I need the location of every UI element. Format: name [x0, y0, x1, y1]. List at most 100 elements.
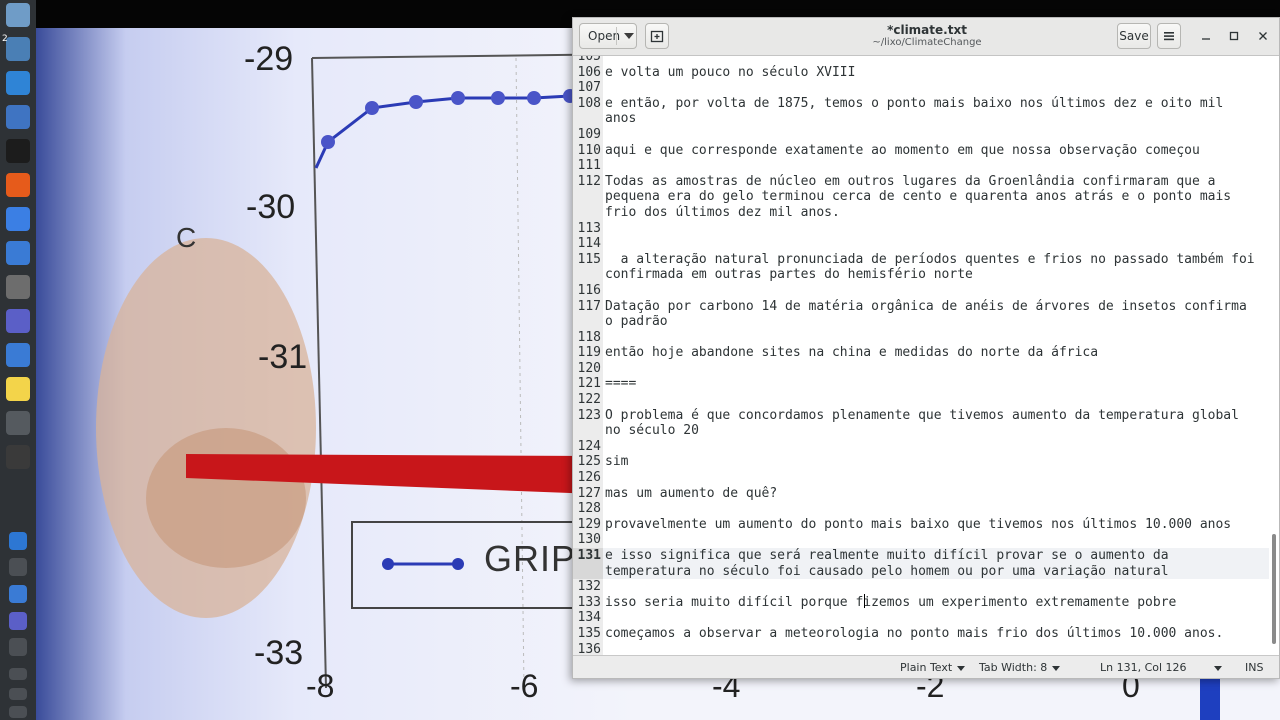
text-line[interactable]: 117 Datação por carbono 14 de matéria org…	[573, 299, 1255, 330]
text-line[interactable]: 131 e isso significa que será realmente m…	[573, 548, 1255, 579]
cursor-position[interactable]: Ln 131, Col 126	[1100, 661, 1187, 674]
text-line[interactable]: 123 O problema é que concordamos plenamen…	[573, 408, 1255, 439]
text-line[interactable]: 116	[573, 283, 1255, 299]
network-icon[interactable]	[9, 558, 27, 576]
line-text[interactable]: mas um aumento de quê?	[605, 486, 1255, 502]
series-point	[527, 91, 541, 105]
bluetooth-icon[interactable]	[9, 532, 27, 550]
chat-icon[interactable]	[6, 207, 30, 231]
line-text[interactable]: O problema é que concordamos plenamente …	[605, 408, 1255, 439]
text-line[interactable]: 134	[573, 610, 1255, 626]
firefox-icon[interactable]	[6, 173, 30, 197]
line-number: 121	[577, 376, 601, 392]
mail-icon[interactable]	[6, 105, 30, 129]
tab-width-label: Tab Width: 8	[979, 661, 1048, 674]
text-editor-area[interactable]: 105 106 e volta um pouco no século XVIII 10…	[573, 56, 1279, 657]
printer-icon[interactable]	[9, 638, 27, 656]
line-text[interactable]: começamos a observar a meteorologia no p…	[605, 626, 1255, 642]
document-text[interactable]: 105 106 e volta um pouco no século XVIII 10…	[573, 56, 1255, 657]
notes-icon[interactable]	[6, 377, 30, 401]
line-number: 106	[577, 64, 601, 80]
line-number: 135	[577, 625, 601, 641]
teams-icon[interactable]	[6, 309, 30, 333]
minimize-button[interactable]	[1198, 28, 1214, 44]
chevron-down-icon	[957, 665, 966, 671]
text-line[interactable]: 113	[573, 221, 1255, 237]
terminal-icon[interactable]	[6, 139, 30, 163]
text-line[interactable]: 118	[573, 330, 1255, 346]
insert-mode-indicator[interactable]: INS	[1245, 661, 1263, 674]
text-line[interactable]: 122	[573, 392, 1255, 408]
text-line[interactable]: 114	[573, 236, 1255, 252]
line-text[interactable]: isso seria muito difícil porque fizemos …	[605, 595, 1255, 611]
text-line[interactable]: 119 então hoje abandone sites na china e …	[573, 345, 1255, 361]
hamburger-menu-button[interactable]	[1157, 23, 1181, 49]
camera-icon-2[interactable]	[6, 343, 30, 367]
save-button[interactable]: Save	[1117, 23, 1151, 49]
text-line[interactable]: 125 sim	[573, 454, 1255, 470]
vscode-icon[interactable]	[6, 71, 30, 95]
text-line[interactable]: 105	[573, 56, 1255, 65]
line-text[interactable]: e então, por volta de 1875, temos o pont…	[605, 96, 1255, 127]
line-text[interactable]: a alteração natural pronunciada de perío…	[605, 252, 1255, 283]
text-line[interactable]: 124	[573, 439, 1255, 455]
line-number: 109	[577, 126, 601, 142]
volume-icon[interactable]	[9, 688, 27, 700]
text-line[interactable]: 128	[573, 501, 1255, 517]
maximize-button[interactable]	[1226, 28, 1242, 44]
text-line[interactable]: 107	[573, 80, 1255, 96]
line-number: 133	[577, 594, 601, 610]
power-icon[interactable]	[9, 706, 27, 718]
line-number: 112	[577, 173, 601, 189]
tab-width-selector[interactable]: Tab Width: 8	[979, 661, 1061, 674]
text-line[interactable]: 133 isso seria muito difícil porque fizem…	[573, 595, 1255, 611]
line-text[interactable]: Datação por carbono 14 de matéria orgâni…	[605, 299, 1255, 330]
line-text[interactable]: então hoje abandone sites na china e med…	[605, 345, 1255, 361]
text-line[interactable]: 132	[573, 579, 1255, 595]
wifi-icon[interactable]	[9, 668, 27, 680]
files-icon[interactable]	[6, 3, 30, 27]
text-line[interactable]: 130	[573, 532, 1255, 548]
screenshot-icon[interactable]	[9, 585, 27, 603]
language-selector[interactable]: Plain Text	[900, 661, 966, 674]
open-button[interactable]: Open	[579, 23, 637, 49]
text-line[interactable]: 109	[573, 127, 1255, 143]
camera-icon[interactable]	[6, 241, 30, 265]
text-line[interactable]: 112 Todas as amostras de núcleo em outros…	[573, 174, 1255, 221]
new-tab-button[interactable]	[645, 23, 669, 49]
settings-icon[interactable]	[6, 275, 30, 299]
text-line[interactable]: 135 começamos a observar a meteorologia n…	[573, 626, 1255, 642]
text-line[interactable]: 110 aqui e que corresponde exatamente ao …	[573, 143, 1255, 159]
line-text[interactable]: Todas as amostras de núcleo em outros lu…	[605, 174, 1255, 221]
y-tick-label: -30	[246, 188, 296, 226]
media-player-icon[interactable]	[6, 445, 30, 469]
close-button[interactable]	[1255, 28, 1271, 44]
text-line[interactable]: 115 a alteração natural pronunciada de p…	[573, 252, 1255, 283]
text-line[interactable]: 126	[573, 470, 1255, 486]
messages-icon[interactable]	[6, 411, 30, 435]
text-line[interactable]: 111	[573, 158, 1255, 174]
text-line[interactable]: 108 e então, por volta de 1875, temos o p…	[573, 96, 1255, 127]
chevron-down-icon[interactable]	[624, 33, 634, 39]
series-point	[365, 101, 379, 115]
y-axis-letter: C	[176, 222, 197, 253]
line-number: 124	[577, 438, 601, 454]
vertical-scrollbar[interactable]	[1272, 534, 1276, 644]
text-line[interactable]: 120	[573, 361, 1255, 377]
text-line[interactable]: 121 ====	[573, 376, 1255, 392]
teams-alert-icon[interactable]	[9, 612, 27, 630]
folder-icon[interactable]	[6, 37, 30, 61]
text-line[interactable]: 106 e volta um pouco no século XVIII	[573, 65, 1255, 81]
line-text[interactable]: sim	[605, 454, 1255, 470]
line-text[interactable]: e volta um pouco no século XVIII	[605, 65, 1255, 81]
line-text[interactable]: ====	[605, 376, 1255, 392]
line-number: 126	[577, 470, 601, 486]
y-tick-label: -33	[254, 634, 304, 672]
text-line[interactable]: 127 mas um aumento de quê?	[573, 486, 1255, 502]
text-line[interactable]: 129 provavelmente um aumento do ponto mai…	[573, 517, 1255, 533]
line-text[interactable]: e isso significa que será realmente muit…	[605, 548, 1255, 579]
line-number: 110	[577, 142, 601, 158]
position-menu-toggle[interactable]	[1209, 661, 1222, 674]
line-text[interactable]: aqui e que corresponde exatamente ao mom…	[605, 143, 1255, 159]
line-text[interactable]: provavelmente um aumento do ponto mais b…	[605, 517, 1255, 533]
